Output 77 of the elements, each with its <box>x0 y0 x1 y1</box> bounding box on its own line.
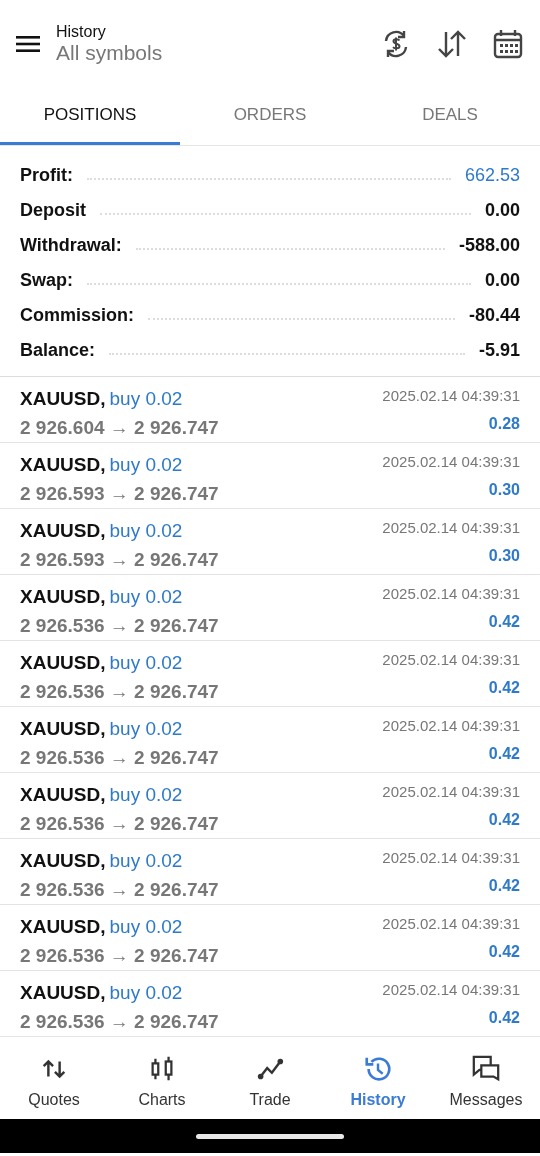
summary-value: -80.44 <box>468 304 520 327</box>
symbol-name: XAUUSD, <box>20 981 106 1005</box>
calendar-icon[interactable] <box>492 28 524 60</box>
trade-time: 2025.02.14 04:39:31 <box>382 980 520 1000</box>
trade-time: 2025.02.14 04:39:31 <box>382 716 520 736</box>
nav-item[interactable]: Charts <box>108 1037 216 1119</box>
price-range: 2 926.536 → 2 926.747 <box>20 614 219 636</box>
trade-time: 2025.02.14 04:39:31 <box>382 650 520 670</box>
trade-profit: 0.42 <box>488 743 520 764</box>
summary-label: Balance: <box>20 339 96 362</box>
trade-volume: buy 0.02 <box>109 585 183 609</box>
summary-value: 662.53 <box>464 164 520 187</box>
price-range: 2 926.536 → 2 926.747 <box>20 812 219 834</box>
summary-label: Commission: <box>20 304 134 327</box>
symbol-name: XAUUSD, <box>20 915 106 939</box>
trade-volume: buy 0.02 <box>109 453 183 477</box>
summary-value: -588.00 <box>458 234 520 257</box>
price-range: 2 926.536 → 2 926.747 <box>20 680 219 702</box>
sort-icon[interactable] <box>436 28 468 60</box>
trade-volume: buy 0.02 <box>109 981 183 1005</box>
trade-profit: 0.30 <box>488 479 520 500</box>
menu-icon[interactable] <box>16 35 40 53</box>
tab[interactable]: POSITIONS <box>0 88 180 145</box>
header-title: History <box>56 22 107 41</box>
price-range: 2 926.536 → 2 926.747 <box>20 746 219 768</box>
trade-profit: 0.30 <box>488 545 520 566</box>
home-indicator[interactable] <box>196 1133 344 1139</box>
nav-item[interactable]: Messages <box>432 1037 540 1119</box>
symbol-name: XAUUSD, <box>20 717 106 741</box>
price-range: 2 926.604 → 2 926.747 <box>20 416 219 438</box>
summary-label: Deposit <box>20 199 86 222</box>
nav-item[interactable]: Quotes <box>0 1037 108 1119</box>
trade-profit: 0.42 <box>488 809 520 830</box>
symbol-name: XAUUSD, <box>20 585 106 609</box>
price-range: 2 926.593 → 2 926.747 <box>20 482 219 504</box>
symbol-filter[interactable]: All symbols <box>56 40 380 66</box>
trade-time: 2025.02.14 04:39:31 <box>382 914 520 934</box>
trade-volume: buy 0.02 <box>109 783 183 807</box>
summary-value: -5.91 <box>478 339 520 362</box>
price-range: 2 926.536 → 2 926.747 <box>20 944 219 966</box>
trade-volume: buy 0.02 <box>109 519 183 543</box>
symbol-name: XAUUSD, <box>20 651 106 675</box>
trade-time: 2025.02.14 04:39:31 <box>382 386 520 406</box>
trade-volume: buy 0.02 <box>109 849 183 873</box>
trade-volume: buy 0.02 <box>109 651 183 675</box>
summary-label: Profit: <box>20 164 73 187</box>
nav-item[interactable]: History <box>324 1037 432 1119</box>
summary-label: Withdrawal: <box>20 234 122 257</box>
symbol-name: XAUUSD, <box>20 783 106 807</box>
symbol-name: XAUUSD, <box>20 387 106 411</box>
chat-icon <box>470 1053 502 1084</box>
summary-value: 0.00 <box>484 199 520 222</box>
trade-profit: 0.28 <box>488 413 520 434</box>
trade-profit: 0.42 <box>488 941 520 962</box>
trade-time: 2025.02.14 04:39:31 <box>382 848 520 868</box>
trade-volume: buy 0.02 <box>109 915 183 939</box>
trade-time: 2025.02.14 04:39:31 <box>382 782 520 802</box>
summary-label: Swap: <box>20 269 73 292</box>
price-range: 2 926.593 → 2 926.747 <box>20 548 219 570</box>
price-range: 2 926.536 → 2 926.747 <box>20 878 219 900</box>
trade-volume: buy 0.02 <box>109 387 183 411</box>
trade-profit: 0.42 <box>488 1007 520 1028</box>
tab[interactable]: ORDERS <box>180 88 360 145</box>
symbol-name: XAUUSD, <box>20 849 106 873</box>
trade-profit: 0.42 <box>488 611 520 632</box>
price-range: 2 926.536 → 2 926.747 <box>20 1010 219 1032</box>
nav-item[interactable]: Trade <box>216 1037 324 1119</box>
trade-volume: buy 0.02 <box>109 717 183 741</box>
trade-time: 2025.02.14 04:39:31 <box>382 584 520 604</box>
tab[interactable]: DEALS <box>360 88 540 145</box>
trade-profit: 0.42 <box>488 875 520 896</box>
trade-time: 2025.02.14 04:39:31 <box>382 518 520 538</box>
trade-profit: 0.42 <box>488 677 520 698</box>
trade-time: 2025.02.14 04:39:31 <box>382 452 520 472</box>
symbol-name: XAUUSD, <box>20 453 106 477</box>
symbol-name: XAUUSD, <box>20 519 106 543</box>
summary-value: 0.00 <box>484 269 520 292</box>
